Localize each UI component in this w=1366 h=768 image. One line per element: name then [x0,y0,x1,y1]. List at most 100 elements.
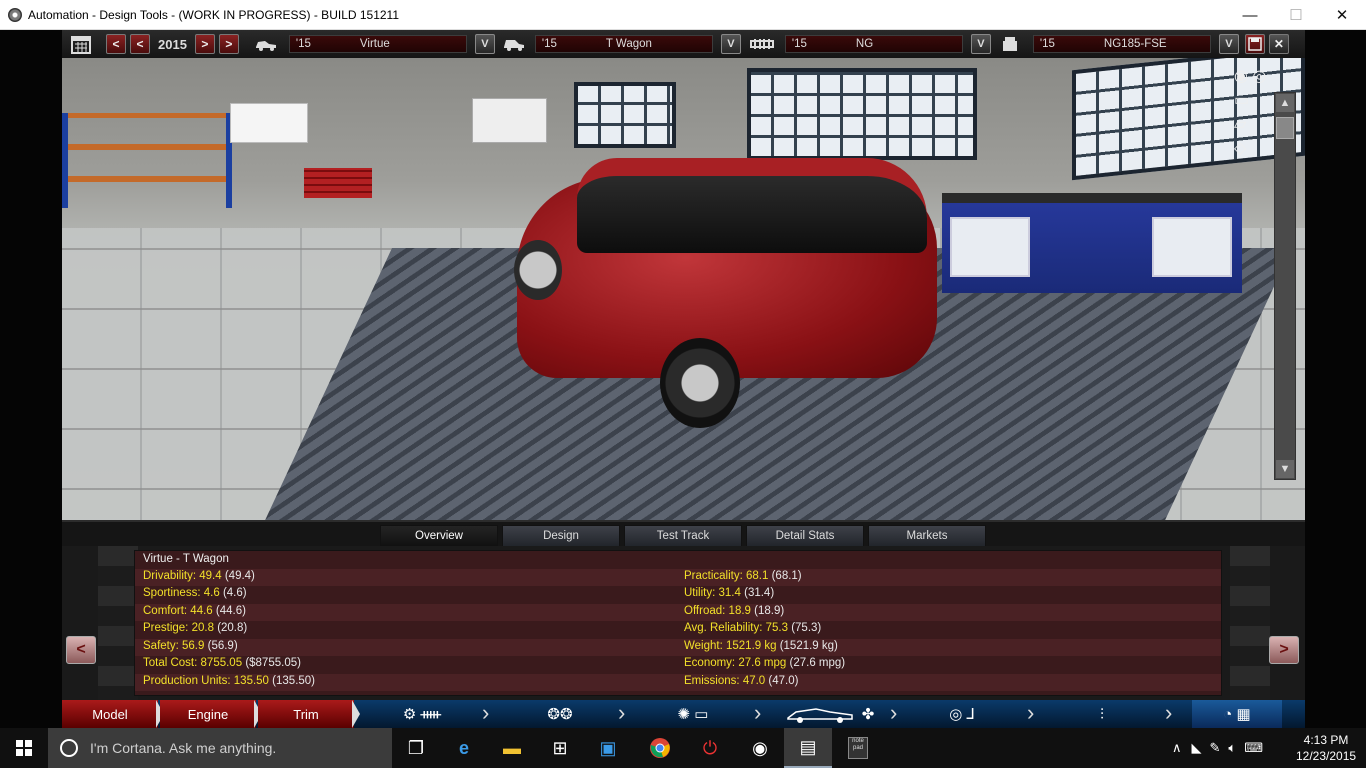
car-name: Virtue - T Wagon [143,553,229,565]
show-hidden-icons-icon[interactable]: ∧ [1172,740,1182,756]
year-display: 2015 [158,36,187,52]
stats-table: Virtue - T Wagon Drivability: 49.4 (49.4… [134,550,1222,696]
scroll-up-arrow[interactable]: ▲ [1276,94,1294,112]
calendar-icon[interactable] [68,34,94,54]
panel-tabs: Overview Design Test Track Detail Stats … [62,520,1305,547]
top-toolbar: < < 2015 > > '15 Virtue V '15 T Wagon V [62,30,1305,58]
suspension-icon[interactable]: ❂❂ [530,700,590,728]
close-button[interactable]: ✕ [1319,0,1365,30]
stats-row: Total Cost: 8755.05 ($8755.05) Economy: … [135,656,1221,674]
automation-taskbar-icon[interactable]: ▤ [784,728,832,768]
stats-row: Drivability: 49.4 (49.4) Practicality: 6… [135,568,1221,586]
tab-overview[interactable]: Overview [380,525,498,547]
stat-production-units: Production Units: 135.50 (135.50) [143,674,316,687]
save-icon[interactable] [1244,34,1265,54]
system-tray: ∧ ◣ ✎ 🔈︎ ⌨ [1172,728,1263,768]
nav-model-label: Model [92,706,128,722]
engine-select[interactable]: '15 NG185-FSE [1032,35,1211,53]
file-explorer-icon[interactable]: ▬ [488,728,536,768]
nav-trim[interactable]: Trim [258,700,360,728]
model-dropdown-button[interactable]: V [474,34,495,54]
camera-icon[interactable]: ◉ ◎ [1234,66,1300,90]
trim-select[interactable]: '15 T Wagon [534,35,713,53]
chassis-icon [749,34,775,54]
stats-prev-button[interactable]: < [66,636,96,664]
tuning-icon[interactable]: ⫶ [1082,700,1122,728]
stat-utility: Utility: 31.4 (31.4) [684,587,775,599]
interior-icon[interactable]: ◎ ⅃ [932,700,992,728]
nav-separator: › [754,700,762,725]
garage-poster-left [230,103,308,143]
car-3d-viewport[interactable]: ◉ ◎ ▭ ▱ ◇ ▲ ▼ [62,58,1305,548]
engine-icon [997,34,1023,54]
garage-window-2 [747,68,977,160]
control-panel-icon[interactable]: ▣ [584,728,632,768]
start-button[interactable] [0,728,48,768]
nav-separator: › [618,700,626,725]
taskbar-clock[interactable]: 4:13 PM 12/23/2015 [1296,732,1356,764]
tab-markets[interactable]: Markets [868,525,986,547]
volume-icon[interactable]: 🔈︎ [1228,740,1236,756]
garage-window-1 [574,82,676,148]
clock-date: 12/23/2015 [1296,749,1357,763]
year-next-button[interactable]: > [194,34,215,54]
year-prev-button[interactable]: < [130,34,150,54]
garage-poster-car [472,98,547,143]
store-icon[interactable]: ⊞ [536,728,584,768]
pen-icon[interactable]: ✎ [1210,740,1221,756]
cortana-placeholder: I'm Cortana. Ask me anything. [90,740,277,756]
testing-icon[interactable]: ◔ ▦ [1192,700,1282,728]
close-design-icon[interactable]: ✕ [1268,34,1289,54]
stats-frame-left [98,546,138,700]
garage-shelf [62,113,232,208]
nav-separator: › [1027,700,1035,725]
chassis-select-year: '15 [791,38,807,50]
windows-taskbar: I'm Cortana. Ask me anything. ❐ e ▬ ⊞ ▣ … [0,728,1366,768]
cortana-search-box[interactable]: I'm Cortana. Ask me anything. [48,728,392,768]
maximize-button[interactable]: ☐ [1273,0,1319,30]
stats-row: Prestige: 20.8 (20.8) Avg. Reliability: … [135,621,1221,639]
stats-next-button[interactable]: > [1269,636,1299,664]
scroll-thumb[interactable] [1276,117,1294,139]
scroll-down-arrow[interactable]: ▼ [1276,460,1294,478]
body-aero-icon[interactable]: ✤ [780,700,880,728]
chassis-select[interactable]: '15 NG [784,35,963,53]
game-window: < < 2015 > > '15 Virtue V '15 T Wagon V [0,30,1366,728]
right-margin [1305,30,1366,728]
power-app-icon[interactable]: ⏻ [686,728,734,768]
nav-model[interactable]: Model [62,700,164,728]
nav-engine[interactable]: Engine [160,700,262,728]
clock-time: 4:13 PM [1303,733,1349,747]
steam-icon[interactable]: ◉ [736,728,784,768]
view-scrollbar[interactable]: ▲ ▼ [1274,92,1296,480]
stats-panel: < > Virtue - T Wagon Drivability: 49.4 (… [62,546,1305,700]
nav-trim-label: Trim [293,706,319,722]
chassis-dropdown-button[interactable]: V [970,34,991,54]
notepad-icon[interactable]: note pad [834,728,882,768]
chrome-icon[interactable] [636,728,684,768]
tab-detail-stats[interactable]: Detail Stats [746,525,864,547]
tab-design[interactable]: Design [502,525,620,547]
engine-dropdown-button[interactable]: V [1218,34,1239,54]
model-select-year: '15 [295,38,311,50]
tab-test-track[interactable]: Test Track [624,525,742,547]
keyboard-icon[interactable]: ⌨ [1244,740,1263,756]
minimize-button[interactable]: — [1227,0,1273,30]
network-icon[interactable]: ◣ [1192,740,1202,756]
gearbox-icon[interactable]: ⚙ ᚔ [392,700,452,728]
year-next-fast-button[interactable]: > [218,34,239,54]
stats-row: Sportiness: 4.6 (4.6) Utility: 31.4 (31.… [135,586,1221,604]
stats-row: Safety: 56.9 (56.9) Weight: 1521.9 kg (1… [135,638,1221,656]
trim-dropdown-button[interactable]: V [720,34,741,54]
stat-weight: Weight: 1521.9 kg (1521.9 kg) [684,639,838,652]
notepad-label: note pad [848,737,868,759]
model-select[interactable]: '15 Virtue [288,35,467,53]
windows-logo-icon [16,740,32,756]
brakes-icon[interactable]: ✺ ▭ [658,700,728,728]
task-view-icon[interactable]: ❐ [392,728,440,768]
nav-separator: › [1165,700,1173,725]
stats-row: Production Units: 135.50 (135.50) Emissi… [135,673,1221,691]
edge-icon[interactable]: e [440,728,488,768]
year-prev-fast-button[interactable]: < [106,34,126,54]
chassis-select-name: NG [855,38,874,50]
